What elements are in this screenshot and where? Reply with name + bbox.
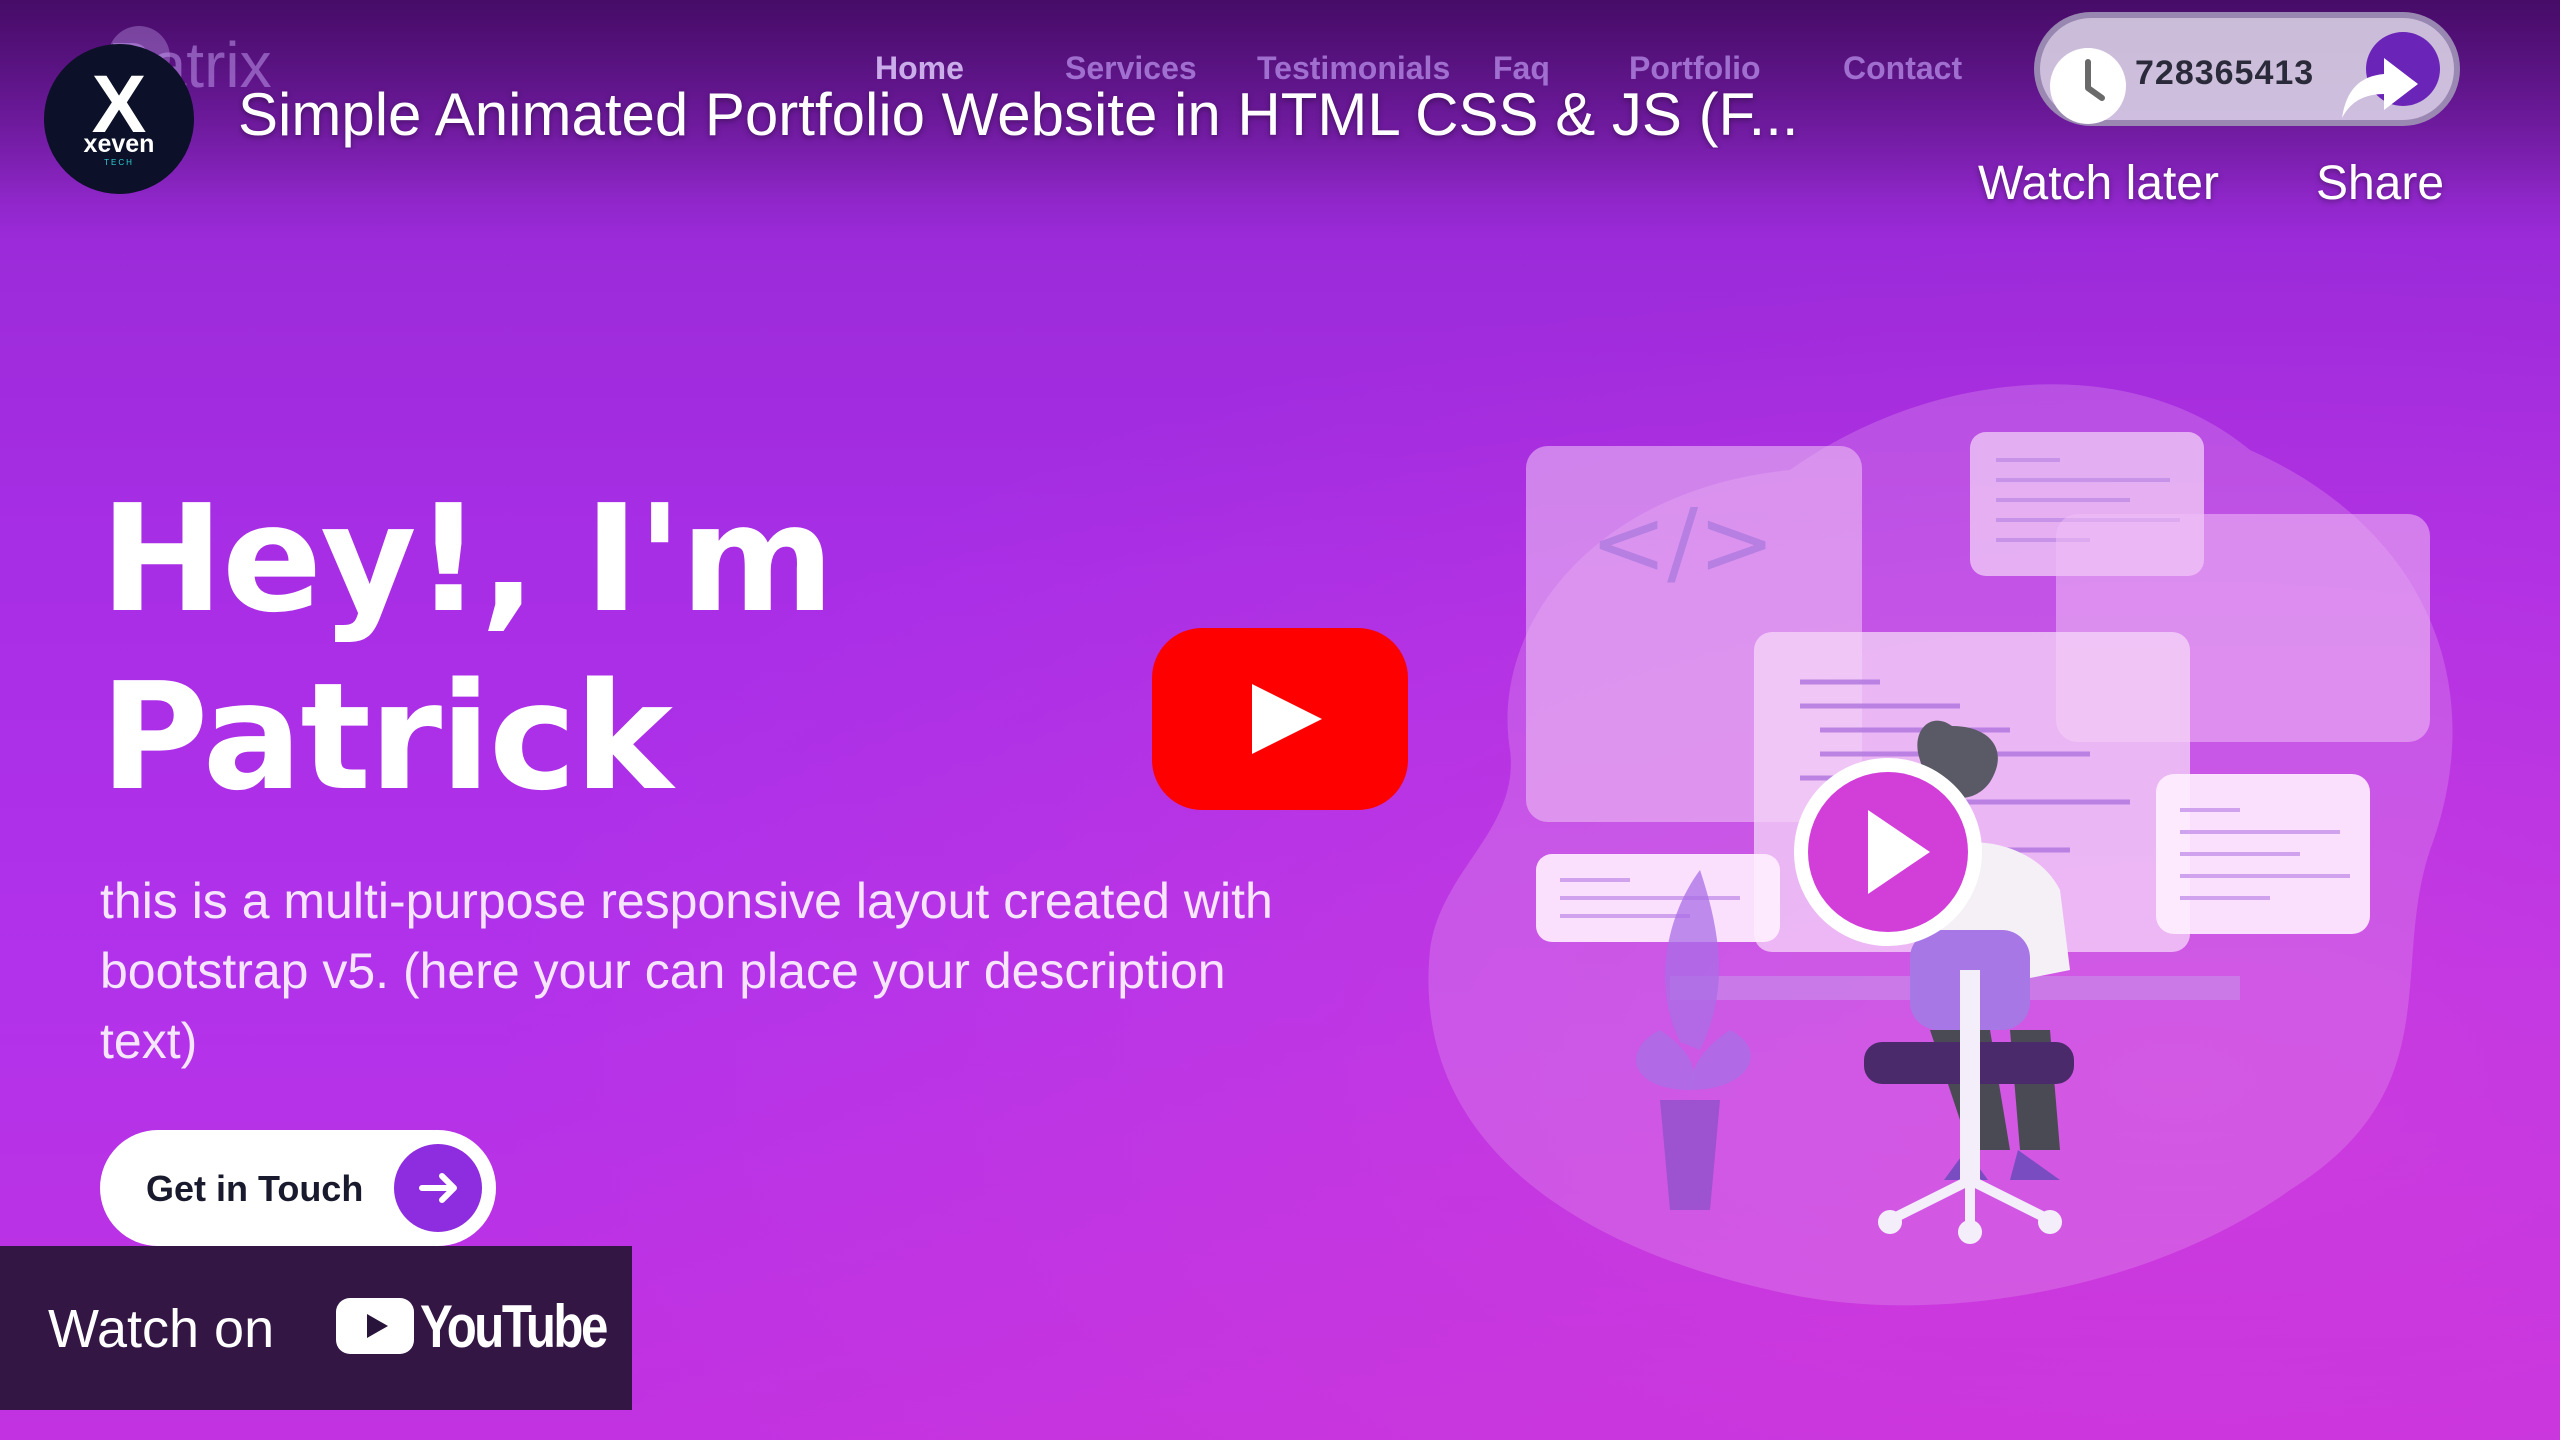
hero-heading-line2: Patrick — [100, 651, 673, 823]
developer-illustration: </> — [1428, 384, 2453, 1306]
youtube-logo-icon — [336, 1298, 414, 1354]
share-label: Share — [2315, 157, 2445, 210]
channel-logo-subtitle: TECH — [104, 158, 134, 167]
channel-avatar[interactable]: X xeven TECH — [44, 44, 194, 194]
channel-logo-name: xeven — [83, 130, 155, 158]
share-arrow-icon — [2342, 58, 2418, 118]
hero-heading: Hey!, I'm Patrick — [100, 470, 1150, 826]
share-button[interactable]: Share — [2270, 44, 2490, 214]
watch-on-label: Watch on — [48, 1299, 275, 1359]
clock-icon — [2050, 48, 2126, 124]
watch-later-button[interactable]: Watch later — [1978, 44, 2219, 214]
watch-on-youtube-button[interactable]: Watch on YouTube — [0, 1246, 632, 1410]
arrow-right-icon — [394, 1144, 482, 1232]
youtube-embed-player[interactable]: Patrix Home Services Testimonials Faq Po… — [0, 0, 2560, 1440]
video-title[interactable]: Simple Animated Portfolio Website in HTM… — [238, 80, 1928, 149]
hero-description: this is a multi-purpose responsive layou… — [100, 873, 1273, 1069]
get-in-touch-button: Get in Touch — [100, 1130, 496, 1246]
big-play-button[interactable] — [1152, 628, 1408, 810]
video-play-badge — [1794, 758, 1982, 946]
svg-text:</>: </> — [1590, 489, 1775, 596]
hero-heading-line1: Hey!, I'm — [100, 473, 835, 645]
watch-later-label: Watch later — [1978, 157, 2219, 210]
get-in-touch-label: Get in Touch — [146, 1168, 364, 1209]
youtube-wordmark: YouTube — [420, 1293, 608, 1360]
